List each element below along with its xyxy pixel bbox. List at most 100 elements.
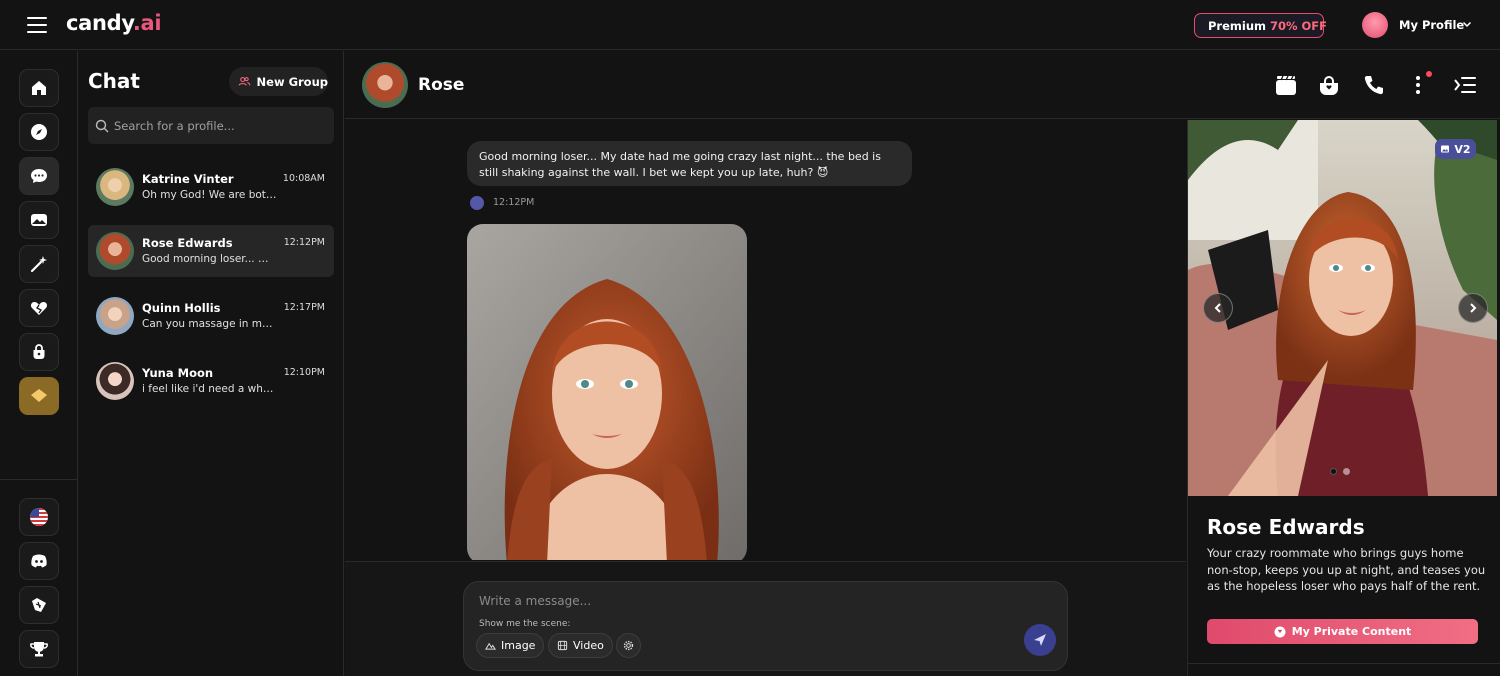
conversation-time: 12:10PM xyxy=(283,367,325,378)
private-content-button[interactable]: My Private Content xyxy=(1207,619,1478,644)
group-icon xyxy=(238,77,251,86)
profile-photo[interactable]: V2 xyxy=(1188,120,1497,496)
compass-icon[interactable] xyxy=(19,113,59,151)
premium-discount: 70% OFF xyxy=(1270,18,1328,33)
conversation-name: Quinn Hollis xyxy=(142,301,221,315)
version-badge: V2 xyxy=(1435,139,1476,159)
collapse-panel-icon[interactable] xyxy=(1453,73,1477,97)
avatar xyxy=(96,168,134,206)
chevron-down-icon[interactable] xyxy=(1462,19,1472,29)
send-icon xyxy=(1034,634,1046,646)
discord-icon[interactable] xyxy=(19,542,59,580)
private-content-label: My Private Content xyxy=(1291,625,1412,638)
image-icon xyxy=(485,642,496,650)
conversation-time: 10:08AM xyxy=(282,173,325,184)
logo-suffix: .ai xyxy=(132,11,162,35)
settings-button[interactable] xyxy=(616,633,641,658)
chat-header: Rose xyxy=(345,51,1500,119)
list-item[interactable]: Yuna Moon 12:10PM i feel like i'd need a… xyxy=(88,355,334,407)
scene-label: Show me the scene: xyxy=(479,619,571,629)
avatar[interactable] xyxy=(1362,12,1388,38)
profile-image xyxy=(1188,120,1497,496)
conversation-preview: Good morning loser... My ... xyxy=(142,253,277,265)
avatar xyxy=(96,297,134,335)
notification-dot xyxy=(1426,71,1432,77)
menu-icon[interactable] xyxy=(27,17,47,33)
image-label: Image xyxy=(501,639,536,652)
list-item[interactable]: Quinn Hollis 12:17PM Can you massage in … xyxy=(88,290,334,342)
conversation-time: 12:12PM xyxy=(283,237,325,248)
top-bar: candy.ai Premium 70% OFF My Profile xyxy=(0,0,1500,50)
contact-name[interactable]: Rose xyxy=(418,75,464,95)
heart-icon[interactable] xyxy=(19,289,59,327)
new-group-button[interactable]: New Group xyxy=(229,67,328,96)
more-options-icon[interactable] xyxy=(1406,73,1430,97)
conversation-name: Yuna Moon xyxy=(142,366,214,380)
lock-icon[interactable] xyxy=(19,333,59,371)
chat-list-panel: Chat New Group Katrine Vinter 10:08AM Oh… xyxy=(79,51,344,676)
message-time: 12:12PM xyxy=(493,197,535,208)
message-thread[interactable]: Good morning loser... My date had me goi… xyxy=(345,120,1186,560)
conversation-name: Rose Edwards xyxy=(142,236,233,250)
conversation-preview: Can you massage in my ... xyxy=(142,318,277,330)
diamond-icon[interactable] xyxy=(19,377,59,415)
conversation-time: 12:17PM xyxy=(283,302,325,313)
search-icon xyxy=(95,119,109,132)
lock-icon xyxy=(1274,626,1286,637)
left-rail xyxy=(0,51,78,676)
page-title: Chat xyxy=(88,69,140,93)
avatar[interactable] xyxy=(362,62,408,108)
lock-icon[interactable] xyxy=(1317,73,1341,97)
profile-name: Rose Edwards xyxy=(1207,515,1365,539)
logo[interactable]: candy.ai xyxy=(66,11,162,35)
us-flag-icon[interactable] xyxy=(19,498,59,536)
search-input[interactable] xyxy=(114,118,324,133)
avatar xyxy=(96,232,134,270)
home-icon[interactable] xyxy=(19,69,59,107)
video-icon xyxy=(557,640,568,651)
image-icon xyxy=(1441,145,1450,153)
premium-label: Premium xyxy=(1208,18,1266,33)
profile-panel: V2 Rose Edwards Your crazy roommate who … xyxy=(1187,120,1500,676)
gallery-icon[interactable] xyxy=(19,201,59,239)
carousel-dots[interactable] xyxy=(1330,468,1350,475)
play-voice-icon[interactable] xyxy=(470,196,484,210)
conversation-preview: Oh my God! We are both ... xyxy=(142,189,277,201)
divider xyxy=(1188,663,1500,664)
conversation-preview: i feel like i'd need a whole ... xyxy=(142,383,277,395)
gear-icon xyxy=(623,640,634,651)
composer-area: Show me the scene: Image Video xyxy=(345,561,1186,676)
next-photo-button[interactable] xyxy=(1458,293,1488,323)
search-box[interactable] xyxy=(88,107,334,144)
rail-divider xyxy=(0,479,78,480)
chevron-right-icon xyxy=(1470,303,1477,313)
carousel-dot[interactable] xyxy=(1343,468,1350,475)
previous-photo-button[interactable] xyxy=(1203,293,1233,323)
trophy-icon[interactable] xyxy=(19,630,59,668)
affiliate-icon[interactable] xyxy=(19,586,59,624)
message-input[interactable] xyxy=(479,594,999,608)
image-button[interactable]: Image xyxy=(476,633,545,658)
message-photo[interactable] xyxy=(467,224,747,560)
chat-icon[interactable] xyxy=(19,157,59,195)
magic-wand-icon[interactable] xyxy=(19,245,59,283)
new-group-label: New Group xyxy=(256,74,328,89)
message-bubble: Good morning loser... My date had me goi… xyxy=(467,141,912,186)
video-button[interactable]: Video xyxy=(548,633,613,658)
conversation-name: Katrine Vinter xyxy=(142,172,234,186)
composer: Show me the scene: Image Video xyxy=(463,581,1068,671)
version-badge-label: V2 xyxy=(1454,142,1471,156)
profile-label[interactable]: My Profile xyxy=(1399,18,1464,32)
chevron-left-icon xyxy=(1214,303,1221,313)
portrait-image xyxy=(467,224,747,560)
premium-button[interactable]: Premium 70% OFF xyxy=(1194,13,1328,38)
carousel-dot[interactable] xyxy=(1330,468,1337,475)
list-item[interactable]: Rose Edwards 12:12PM Good morning loser.… xyxy=(88,225,334,277)
send-button[interactable] xyxy=(1024,624,1056,656)
gallery-icon[interactable] xyxy=(1274,73,1298,97)
profile-description: Your crazy roommate who brings guys home… xyxy=(1207,546,1486,593)
list-item[interactable]: Katrine Vinter 10:08AM Oh my God! We are… xyxy=(88,161,334,213)
logo-main: candy xyxy=(66,11,133,35)
phone-icon[interactable] xyxy=(1362,73,1386,97)
avatar xyxy=(96,362,134,400)
